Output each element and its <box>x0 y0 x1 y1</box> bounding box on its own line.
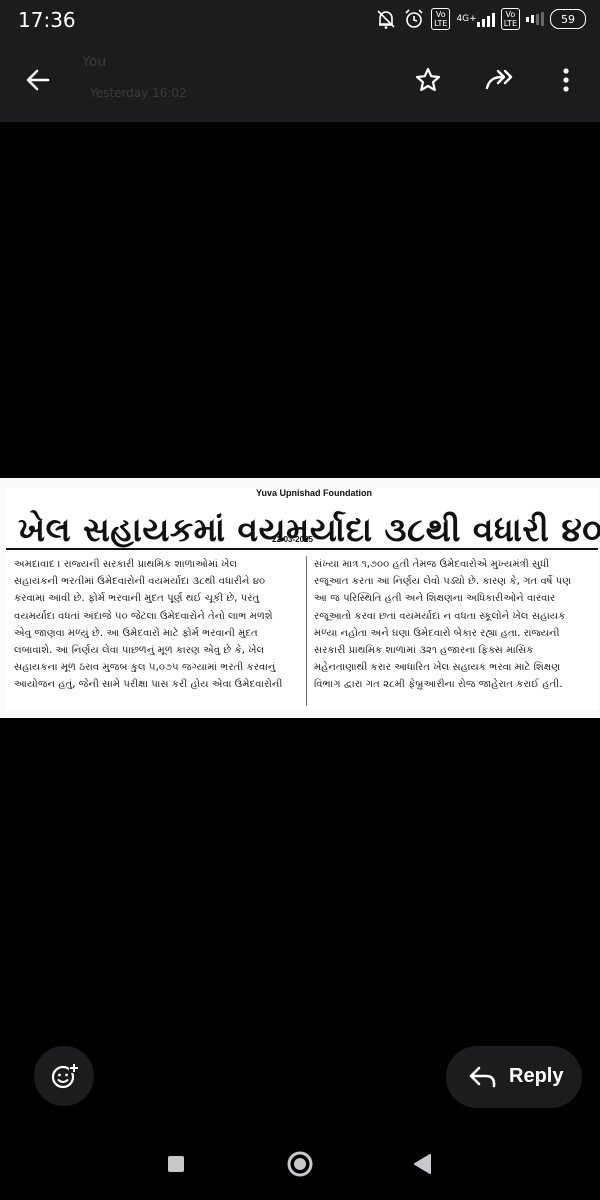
battery-icon: 59 <box>550 9 586 29</box>
reply-label: Reply <box>509 1065 564 1087</box>
watermark-date: 22-03-2025 <box>272 535 313 544</box>
reply-icon <box>469 1066 496 1088</box>
signal-4g-icon: 4G+ <box>456 11 495 27</box>
article-line: સહાયકના મૂળ ઠરાવ મુજબ કુલ ૫,૦૭૫ જગ્યામાં… <box>14 662 276 674</box>
home-button[interactable] <box>284 1150 316 1178</box>
article-column-right: સંખ્યા માત્ર ૧,૭૦૦ હતી તેમજ ઉમેદવારોએ મુ… <box>314 556 600 694</box>
article-line: એવુ જાણવા મળ્યું છે. આ ઉમેદવારો માટે ફોર… <box>14 627 258 639</box>
forward-icon <box>485 69 513 90</box>
volte-icon: Vo LTE <box>431 8 451 30</box>
add-reaction-button[interactable] <box>34 1046 94 1106</box>
article-line: આયોજન હતું, જેની સામે પરીક્ષા પાસ કરી હો… <box>14 679 283 691</box>
status-bar: 17:36 Vo LTE 4G+ Vo LTE 59 <box>0 0 600 40</box>
watermark-org: Yuva Upnishad Foundation <box>256 488 373 498</box>
article-line: રજૂઆત કરતા આ નિર્ણય લેવો પડ્યો છે. કારણ … <box>314 576 572 588</box>
back-button[interactable] <box>16 58 60 102</box>
volte-icon-2: Vo LTE <box>500 8 520 30</box>
forward-button[interactable] <box>478 58 522 102</box>
article-line: સંખ્યા માત્ર ૧,૭૦૦ હતી તેમજ ઉમેદવારોએ મુ… <box>314 559 550 570</box>
nav-back-button[interactable] <box>408 1150 436 1178</box>
status-icons: Vo LTE 4G+ Vo LTE 59 <box>375 8 586 30</box>
article-line: મળ્યા નહોતા અને ઘણા ઉમેદવારો બેકાર રહ્યા… <box>314 627 560 639</box>
column-divider <box>306 556 307 706</box>
image-viewer-toolbar: You Yesterday 16:02 <box>0 40 600 122</box>
signal-icon-2 <box>526 11 544 27</box>
article-line: લંબાવાશે. આ નિર્ણય લેવા પાછળનું મૂળ કારણ… <box>14 645 265 657</box>
article-line: આ જ પરિસ્થિતિ હતી અને શિક્ષણના અધિકારીઓન… <box>314 593 556 605</box>
add-reaction-icon <box>51 1063 79 1089</box>
sender-name: You <box>82 54 107 70</box>
more-options-button[interactable] <box>544 58 588 102</box>
watermark: Yuva Upnishad Foundation <box>256 488 372 499</box>
sent-time: Yesterday 16:02 <box>90 86 187 100</box>
arrow-left-icon <box>26 69 50 91</box>
article-line: અમદાવાદ । રાજ્યની સરકારી પ્રાથમિક શાળાઓમ… <box>14 559 238 570</box>
article-line: વયમર્યાદા વધતાં અંદાજે ૫૦ જેટલા ઉમેદવારો… <box>14 610 273 622</box>
article-line: કરવામાં આવી છે. ફોર્મ ભરવાની મુદત પૂર્ણ … <box>14 593 260 605</box>
recents-button[interactable] <box>162 1150 190 1178</box>
watermark-date-box: 22-03-2025 <box>272 534 313 545</box>
article-line: સરકારી પ્રાથમિક શાળામાં ૩૨૧ હજારના ફિક્સ… <box>314 645 534 657</box>
article-line: સહાયકની ભરતીમાં ઉમેદવારોની વયમર્યાદા ૩૮થ… <box>14 576 266 588</box>
article-line: રજૂઆતો કરવા છતાં વયમર્યાદા ન વધતા સ્કૂલો… <box>314 610 566 622</box>
headline-rule <box>6 548 598 550</box>
article-column-left: અમદાવાદ । રાજ્યની સરકારી પ્રાથમિક શાળાઓમ… <box>14 556 300 694</box>
article-line: મહેનતાણાથી કરાર આધારિત ખેલ સહાયક ભરવા મા… <box>314 662 561 674</box>
reply-button[interactable]: Reply <box>446 1046 582 1108</box>
star-button[interactable] <box>406 58 450 102</box>
alarm-off-icon <box>375 8 397 30</box>
alarm-clock-icon <box>403 8 425 30</box>
more-vertical-icon <box>563 68 569 92</box>
status-time: 17:36 <box>18 8 76 32</box>
article-line: વિભાગ દ્વારા ગત ૨૮મી ફેબ્રુઆરીના રોજ જાહ… <box>314 679 563 691</box>
circle-icon <box>287 1151 313 1177</box>
triangle-left-icon <box>414 1154 431 1174</box>
square-icon <box>168 1156 184 1172</box>
star-icon <box>415 67 441 92</box>
clipping-content: Yuva Upnishad Foundation ખેલ સહાયકમાં વય… <box>6 488 600 710</box>
newspaper-clipping-image[interactable]: Yuva Upnishad Foundation ખેલ સહાયકમાં વય… <box>0 478 600 718</box>
